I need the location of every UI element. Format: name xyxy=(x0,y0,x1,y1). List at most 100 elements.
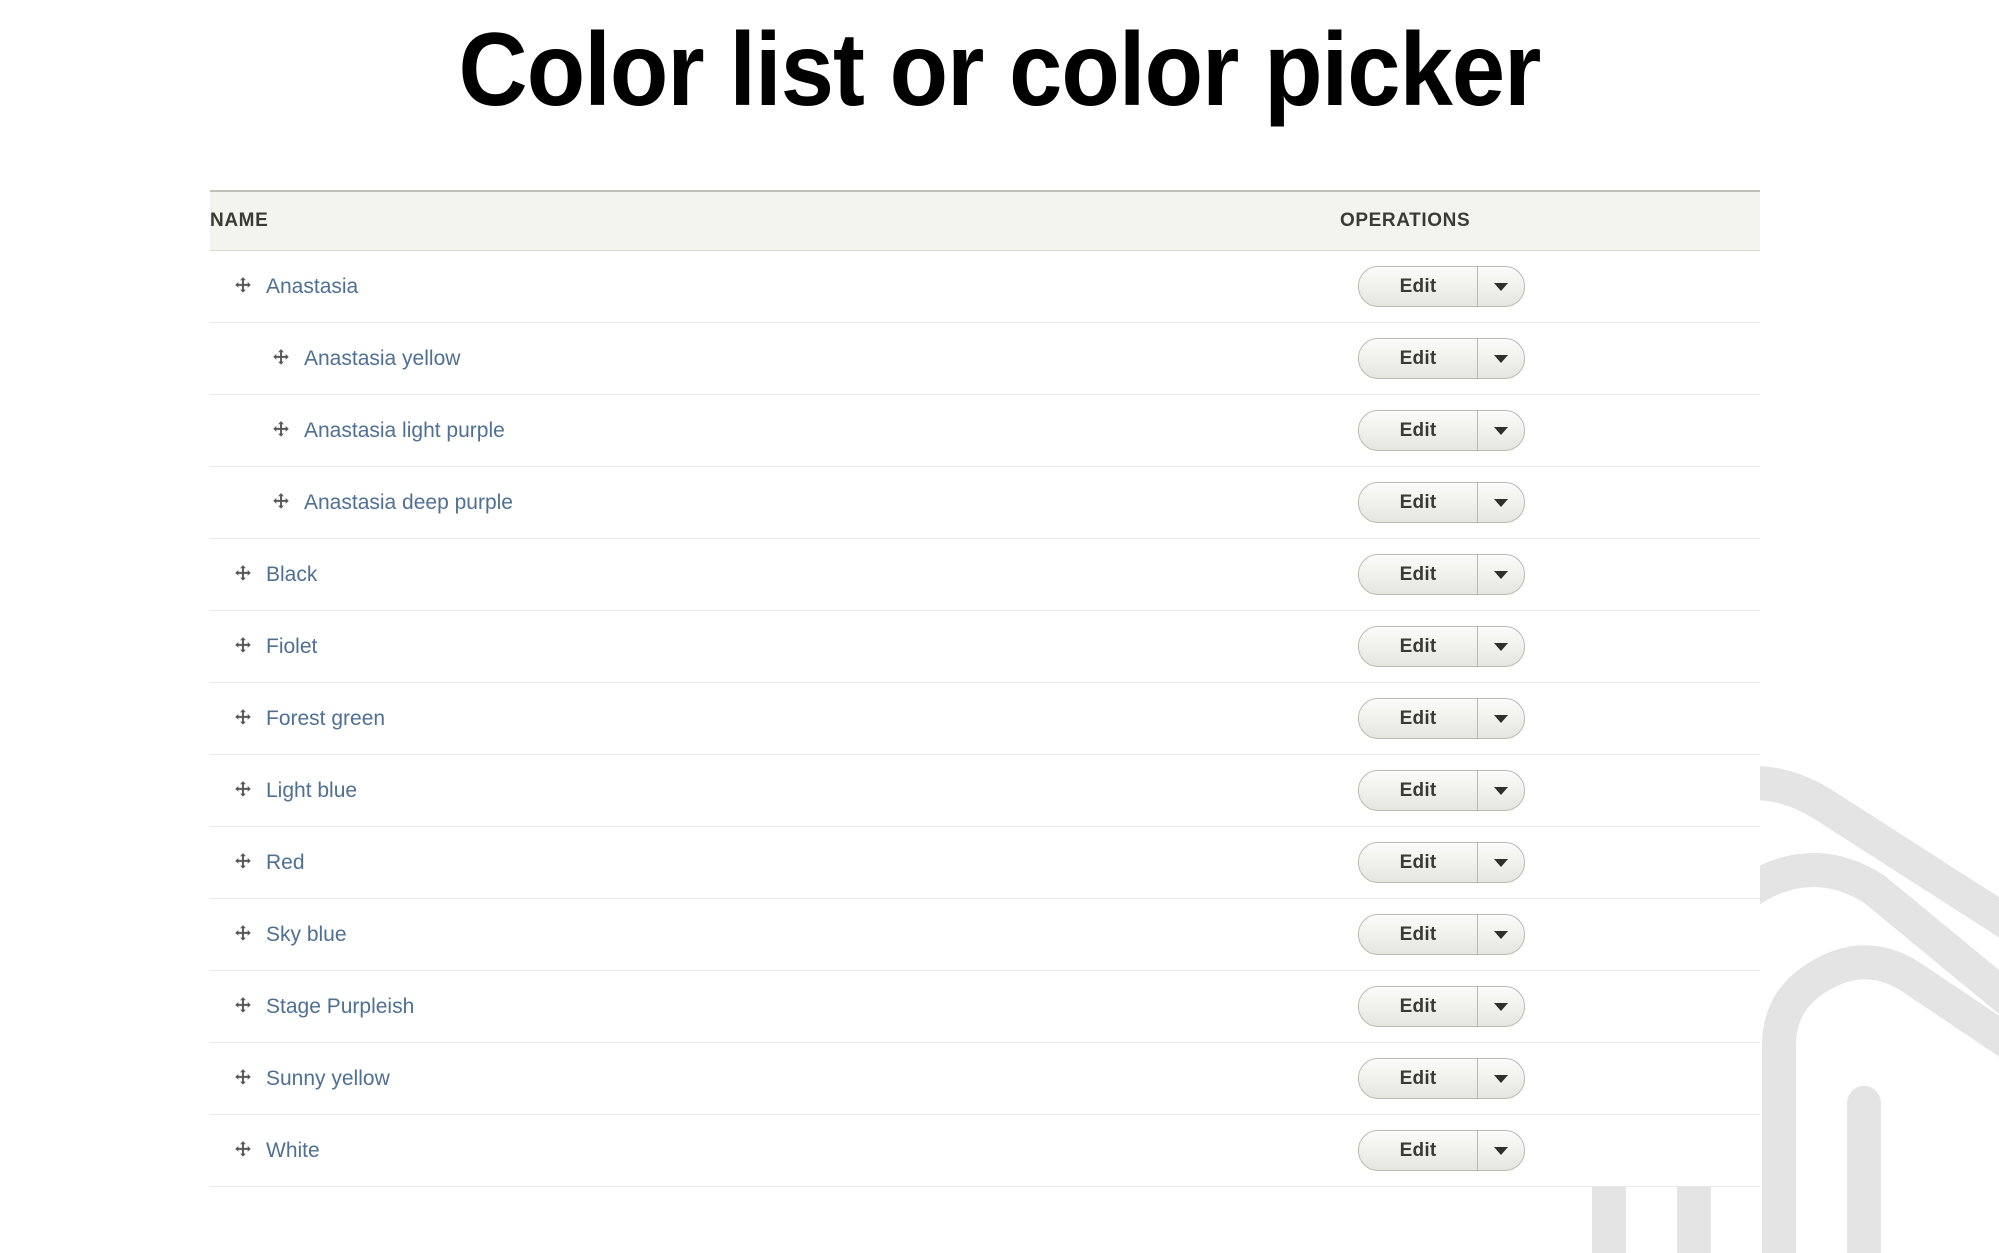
move-cross-icon[interactable] xyxy=(232,636,254,658)
edit-dropdown-toggle[interactable] xyxy=(1478,1131,1524,1170)
edit-dropdown-toggle[interactable] xyxy=(1478,555,1524,594)
operations-cell: Edit xyxy=(1340,394,1760,467)
chevron-down-icon xyxy=(1494,354,1508,363)
operations-cell: Edit xyxy=(1340,898,1760,971)
edit-split-button[interactable]: Edit xyxy=(1358,554,1525,595)
move-cross-icon[interactable] xyxy=(232,708,254,730)
chevron-down-icon xyxy=(1494,498,1508,507)
move-cross-icon[interactable] xyxy=(270,420,292,442)
color-name-link[interactable]: White xyxy=(266,1139,320,1163)
edit-split-button[interactable]: Edit xyxy=(1358,770,1525,811)
table-row: Anastasia deep purple Edit xyxy=(210,466,1760,539)
edit-dropdown-toggle[interactable] xyxy=(1478,843,1524,882)
move-cross-icon[interactable] xyxy=(232,852,254,874)
name-cell: Anastasia xyxy=(210,250,1340,323)
edit-split-button[interactable]: Edit xyxy=(1358,482,1525,523)
color-name-link[interactable]: Stage Purpleish xyxy=(266,995,414,1019)
color-name-link[interactable]: Light blue xyxy=(266,779,357,803)
move-cross-icon[interactable] xyxy=(232,276,254,298)
edit-dropdown-toggle[interactable] xyxy=(1478,987,1524,1026)
color-name-link[interactable]: Black xyxy=(266,563,317,587)
move-cross-icon[interactable] xyxy=(232,780,254,802)
table-row: Anastasia light purple Edit xyxy=(210,394,1760,467)
edit-button[interactable]: Edit xyxy=(1359,627,1477,666)
edit-button[interactable]: Edit xyxy=(1359,1131,1477,1170)
operations-cell: Edit xyxy=(1340,538,1760,611)
color-name-link[interactable]: Anastasia xyxy=(266,275,358,299)
edit-dropdown-toggle[interactable] xyxy=(1478,411,1524,450)
edit-dropdown-toggle[interactable] xyxy=(1478,771,1524,810)
move-cross-icon[interactable] xyxy=(232,1068,254,1090)
operations-cell: Edit xyxy=(1340,754,1760,827)
color-name-link[interactable]: Forest green xyxy=(266,707,385,731)
table-row: Black Edit xyxy=(210,538,1760,611)
table-row: Fiolet Edit xyxy=(210,610,1760,683)
edit-button[interactable]: Edit xyxy=(1359,483,1477,522)
edit-split-button[interactable]: Edit xyxy=(1358,626,1525,667)
chevron-down-icon xyxy=(1494,714,1508,723)
operations-cell: Edit xyxy=(1340,250,1760,323)
move-cross-icon[interactable] xyxy=(232,924,254,946)
chevron-down-icon xyxy=(1494,570,1508,579)
edit-button[interactable]: Edit xyxy=(1359,1059,1477,1098)
edit-dropdown-toggle[interactable] xyxy=(1478,1059,1524,1098)
color-name-link[interactable]: Sunny yellow xyxy=(266,1067,390,1091)
name-cell: Sky blue xyxy=(210,898,1340,971)
table-head: NAME OPERATIONS xyxy=(210,190,1760,251)
name-cell: Anastasia deep purple xyxy=(210,466,1340,539)
edit-button[interactable]: Edit xyxy=(1359,915,1477,954)
edit-button[interactable]: Edit xyxy=(1359,555,1477,594)
operations-cell: Edit xyxy=(1340,682,1760,755)
edit-button[interactable]: Edit xyxy=(1359,699,1477,738)
column-header-operations: OPERATIONS xyxy=(1340,190,1760,251)
name-cell: Red xyxy=(210,826,1340,899)
edit-split-button[interactable]: Edit xyxy=(1358,1130,1525,1171)
move-cross-icon[interactable] xyxy=(232,564,254,586)
move-cross-icon[interactable] xyxy=(232,1140,254,1162)
edit-dropdown-toggle[interactable] xyxy=(1478,339,1524,378)
edit-dropdown-toggle[interactable] xyxy=(1478,699,1524,738)
edit-dropdown-toggle[interactable] xyxy=(1478,915,1524,954)
edit-button[interactable]: Edit xyxy=(1359,339,1477,378)
name-cell: White xyxy=(210,1114,1340,1187)
table-row: Light blue Edit xyxy=(210,754,1760,827)
edit-split-button[interactable]: Edit xyxy=(1358,410,1525,451)
operations-cell: Edit xyxy=(1340,826,1760,899)
color-list-table: NAME OPERATIONS Anastasia Edit Anastasia y… xyxy=(210,190,1760,1187)
color-name-link[interactable]: Sky blue xyxy=(266,923,347,947)
chevron-down-icon xyxy=(1494,642,1508,651)
color-name-link[interactable]: Anastasia light purple xyxy=(304,419,505,443)
move-cross-icon[interactable] xyxy=(270,348,292,370)
edit-split-button[interactable]: Edit xyxy=(1358,698,1525,739)
move-cross-icon[interactable] xyxy=(232,996,254,1018)
name-cell: Anastasia yellow xyxy=(210,322,1340,395)
edit-split-button[interactable]: Edit xyxy=(1358,338,1525,379)
name-cell: Sunny yellow xyxy=(210,1042,1340,1115)
edit-button[interactable]: Edit xyxy=(1359,267,1477,306)
edit-button[interactable]: Edit xyxy=(1359,843,1477,882)
color-name-link[interactable]: Red xyxy=(266,851,305,875)
table-row: White Edit xyxy=(210,1114,1760,1187)
table-row: Red Edit xyxy=(210,826,1760,899)
color-name-link[interactable]: Fiolet xyxy=(266,635,317,659)
move-cross-icon[interactable] xyxy=(270,492,292,514)
edit-button[interactable]: Edit xyxy=(1359,771,1477,810)
color-name-link[interactable]: Anastasia deep purple xyxy=(304,491,513,515)
edit-split-button[interactable]: Edit xyxy=(1358,842,1525,883)
edit-split-button[interactable]: Edit xyxy=(1358,266,1525,307)
edit-button[interactable]: Edit xyxy=(1359,411,1477,450)
table-row: Forest green Edit xyxy=(210,682,1760,755)
edit-split-button[interactable]: Edit xyxy=(1358,1058,1525,1099)
edit-dropdown-toggle[interactable] xyxy=(1478,267,1524,306)
chevron-down-icon xyxy=(1494,1002,1508,1011)
edit-split-button[interactable]: Edit xyxy=(1358,986,1525,1027)
chevron-down-icon xyxy=(1494,282,1508,291)
edit-button[interactable]: Edit xyxy=(1359,987,1477,1026)
edit-split-button[interactable]: Edit xyxy=(1358,914,1525,955)
table-header-row: NAME OPERATIONS xyxy=(210,190,1760,251)
edit-dropdown-toggle[interactable] xyxy=(1478,483,1524,522)
color-name-link[interactable]: Anastasia yellow xyxy=(304,347,460,371)
name-cell: Light blue xyxy=(210,754,1340,827)
name-cell: Black xyxy=(210,538,1340,611)
edit-dropdown-toggle[interactable] xyxy=(1478,627,1524,666)
